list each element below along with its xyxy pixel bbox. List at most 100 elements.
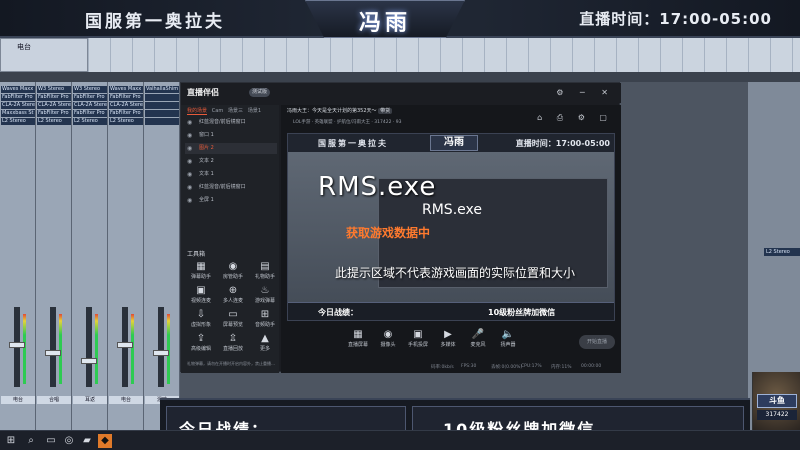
insert-slot[interactable] [145,94,179,101]
mixer-strip: W3 Stereo FabFilter Pro CLA-2A Stere FabFil… [36,82,72,430]
tab-cam[interactable]: Cam [212,108,223,114]
insert-slot[interactable]: FabFilter Pro [37,110,71,117]
source-tool-button[interactable]: ◉ 摄像头 [373,329,403,348]
source-tool-label: 手机投屏 [407,342,428,348]
insert-slot[interactable]: CLA-2A Stere [73,102,107,109]
visibility-eye-icon[interactable]: ◉ [187,117,192,128]
fader-handle[interactable] [81,358,97,364]
insert-slot[interactable]: FabFilter Pro [73,110,107,117]
chrome-icon[interactable]: ◎ [62,434,76,448]
tab-scene-1[interactable]: 场景1 [248,108,261,114]
insert-slot[interactable]: Waves Maxx [1,86,35,93]
toolbox-item[interactable]: ⊞ 音频助手 [251,309,279,331]
fader-handle[interactable] [117,342,133,348]
mixer-strip: ValhallaShim混响 [144,82,180,430]
track-header[interactable]: 电台 [0,38,88,72]
preview-controls[interactable]: ⌂ ⎙ ⚙ ▢ [537,113,613,123]
insert-slot[interactable]: CLA-2A Stere [109,102,143,109]
go-live-button[interactable]: 开始直播 [579,335,615,349]
visibility-eye-icon[interactable]: ◉ [187,195,192,206]
source-tool-icon: ◉ [383,329,393,340]
source-tool-button[interactable]: ▶ 多媒体 [433,329,463,348]
toolbox-item[interactable]: ▤ 礼物助手 [251,261,279,283]
insert-slot[interactable]: L2 Stereo [1,118,35,125]
insert-slot[interactable]: ValhallaShim [145,86,179,93]
tab-my-scenes[interactable]: 我的场景 [187,108,208,115]
toolbox-item[interactable]: ⇩ 虚拟形象 [187,309,215,331]
insert-slot[interactable]: FabFilter Pro [37,94,71,101]
insert-slot[interactable]: L2 Stereo [109,118,143,125]
fader-handle[interactable] [9,342,25,348]
app-icon[interactable]: ◆ [98,434,112,448]
tool-label: 弹幕助手 [190,274,211,280]
insert-slot[interactable] [145,110,179,117]
insert-slot[interactable]: W3 Stereo [37,86,71,93]
preview-fan-badge-note: 10级粉丝牌加微信 [488,308,556,317]
scene-source-label: 文本 2 [199,158,214,164]
toolbox-item[interactable]: ▭ 屏幕预览 [219,309,247,331]
insert-slot[interactable] [145,102,179,109]
banner-streamer-name: 冯雨 [358,11,411,36]
search-icon[interactable]: ⌕ [24,434,38,448]
scene-source-item[interactable]: ◉ 全屏 1 [185,195,277,206]
banner-title: 国服第一奥拉夫 [85,12,225,32]
visibility-eye-icon[interactable]: ◉ [187,130,192,141]
scene-source-item[interactable]: ◉ 红蓝混音/前后镜窗口 [185,182,277,193]
window-controls[interactable]: ⚙ ─ ✕ [556,88,615,97]
visibility-eye-icon[interactable]: ◉ [187,156,192,167]
insert-slot[interactable]: W3 Stereo [73,86,107,93]
source-tool-button[interactable]: ▣ 手机投屏 [403,329,433,348]
toolbox-item[interactable]: ▣ 视频连麦 [187,285,215,307]
fader-handle[interactable] [153,350,169,356]
insert-slot[interactable]: Waves Maxx [109,86,143,93]
visibility-eye-icon[interactable]: ◉ [187,182,192,193]
insert-slot[interactable]: CLA-2A Stere [1,102,35,109]
volume-fader[interactable] [158,307,164,387]
scene-source-item[interactable]: ◉ 文本 1 [185,169,277,180]
visibility-eye-icon[interactable]: ◉ [187,169,192,180]
toolbox-item[interactable]: ⇫ 直播回放 [219,333,247,355]
preview-capture-area: RMS.exe RMS.exe 获取游戏数据中 此提示区域不代表游戏画面的实际位… [288,152,614,302]
insert-slot[interactable]: FabFilter Pro [73,94,107,101]
status-item: 丢帧:0(0.00%) [491,365,523,370]
insert-slot[interactable]: L2 Stereo [37,118,71,125]
insert-slot[interactable]: FabFilter Pro [109,94,143,101]
toolbox-item[interactable]: ◉ 房管助手 [219,261,247,283]
source-tool-icon: 🔈 [501,329,515,340]
fader-handle[interactable] [45,350,61,356]
toolbox-item[interactable]: ♨ 游戏弹幕 [251,285,279,307]
source-tool-button[interactable]: ▦ 直播屏幕 [343,329,373,348]
folder-icon[interactable]: ▰ [80,434,94,448]
room-tag[interactable]: 带货 [378,108,393,114]
visibility-eye-icon[interactable]: ◉ [187,143,192,154]
toolbox-item[interactable]: ▦ 弹幕助手 [187,261,215,283]
toolbox-item[interactable]: ⊕ 多人连麦 [219,285,247,307]
tab-scene-3[interactable]: 场景三 [228,108,243,114]
windows-icon[interactable]: ⊞ [4,434,18,448]
stream-top-banner: 国服第一奥拉夫 冯雨 直播时间：17:00-05:00 [0,0,800,38]
insert-slot[interactable]: L2 Stereo [73,118,107,125]
task-view-icon[interactable]: ▭ [44,434,58,448]
scene-source-item[interactable]: ◉ 图片 2 [185,143,277,154]
arrange-timeline[interactable] [88,38,800,72]
insert-slot[interactable]: CLA-2A Stere [37,102,71,109]
scene-source-item[interactable]: ◉ 文本 2 [185,156,277,167]
insert-slot[interactable]: FabFilter Pro [109,110,143,117]
toolbox-item[interactable]: ▲ 更多 [251,333,279,355]
insert-slot[interactable]: L2 Stereo [764,248,800,256]
banner-streamer-name-plate: 冯雨 [305,0,465,38]
scene-source-item[interactable]: ◉ 红蓝混音/前后镜窗口 [185,117,277,128]
source-tool-button[interactable]: 🎤 麦克风 [463,329,493,348]
toolbox-item[interactable]: ⇪ 高级编辑 [187,333,215,355]
insert-slot[interactable]: FabFilter Pro [1,94,35,101]
insert-slot[interactable]: Maxxbass St [1,110,35,117]
platform-mascot: 斗鱼 317422 [752,372,800,430]
insert-slot[interactable] [145,118,179,125]
volume-fader[interactable] [86,307,92,387]
stream-preview[interactable]: 国服第一奥拉夫 冯雨 直播时间：17:00-05:00 RMS.exe RMS.… [287,133,615,321]
source-tool-label: 摄像头 [380,342,396,348]
source-tool-button[interactable]: 🔈 扬声器 [493,329,523,348]
scene-source-item[interactable]: ◉ 窗口 1 [185,130,277,141]
scene-tabs[interactable]: 我的场景 Cam 场景三 场景1 [187,107,261,115]
volume-fader[interactable] [50,307,56,387]
